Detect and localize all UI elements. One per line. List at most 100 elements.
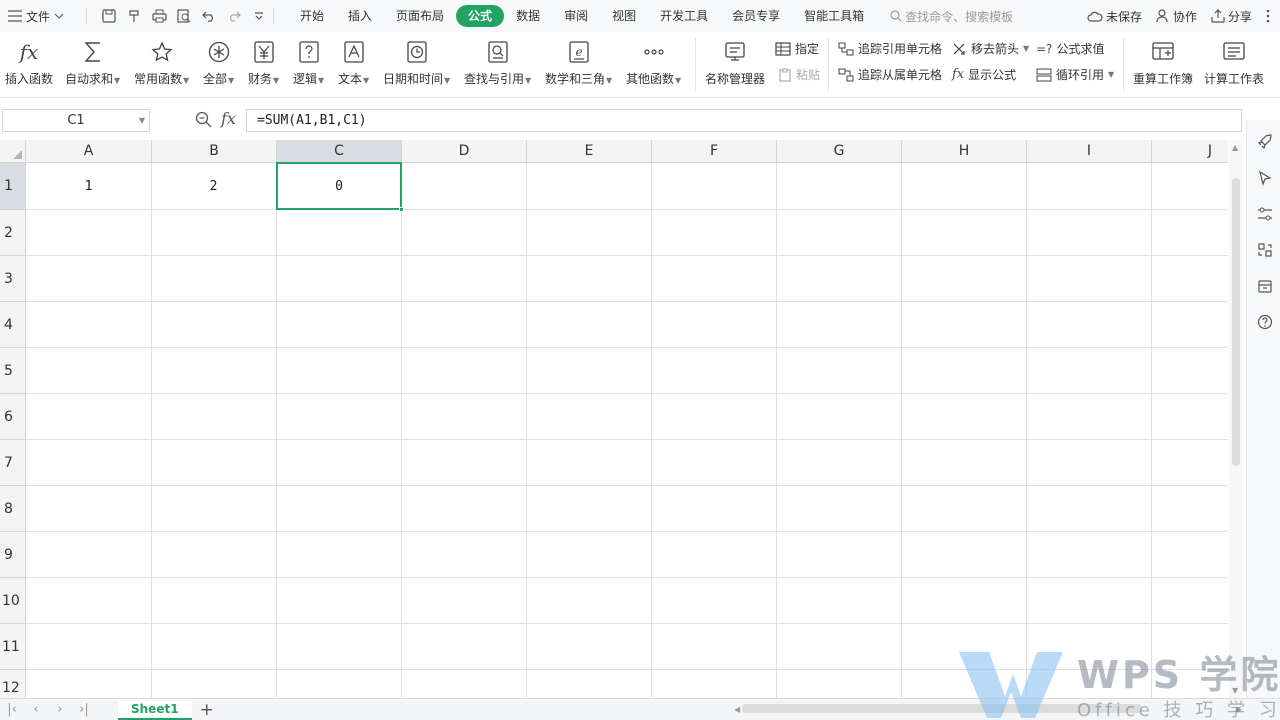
autosum-button[interactable]: 自动求和▼ — [65, 38, 120, 87]
row-header-1[interactable]: 1 — [0, 163, 26, 210]
insert-function-button[interactable]: fx 插入函数 — [5, 38, 53, 87]
row-header-3[interactable]: 3 — [0, 256, 26, 302]
customize-toolbar-icon[interactable] — [251, 8, 267, 24]
tab-insert[interactable]: 插入 — [336, 5, 384, 27]
financial-button[interactable]: 财务▼ — [248, 38, 279, 87]
tab-smart-toolbox[interactable]: 智能工具箱 — [792, 5, 876, 27]
file-menu[interactable]: 文件 — [0, 0, 80, 32]
name-box[interactable]: C1 ▼ — [2, 109, 150, 132]
rocket-icon[interactable] — [1257, 134, 1273, 150]
horizontal-scrollbar-thumb[interactable] — [742, 704, 1142, 713]
chevron-down-icon — [54, 13, 64, 19]
row-header-11[interactable]: 11 — [0, 624, 26, 670]
fill-handle[interactable] — [399, 207, 404, 212]
zoom-icon[interactable] — [195, 111, 212, 128]
column-header-a[interactable]: A — [26, 140, 152, 163]
cursor-icon[interactable] — [1257, 170, 1273, 186]
tab-data[interactable]: 数据 — [504, 5, 552, 27]
specify-button[interactable]: 指定 — [775, 40, 819, 57]
column-header-i[interactable]: I — [1027, 140, 1152, 163]
evaluate-formula-button[interactable]: =? 公式求值 — [1036, 40, 1104, 57]
trace-precedents-button[interactable]: 追踪引用单元格 — [838, 40, 942, 57]
column-header-g[interactable]: G — [777, 140, 902, 163]
grid-line — [276, 163, 277, 698]
active-cell-c1[interactable]: 0 — [276, 162, 404, 212]
scroll-down-icon[interactable]: ▼ — [1232, 686, 1238, 695]
cell-b1[interactable]: 2 — [151, 163, 276, 209]
collaborate-button[interactable]: 协作 — [1156, 8, 1197, 25]
command-search[interactable]: 查找命令、搜索模板 — [890, 8, 1040, 25]
row-header-8[interactable]: 8 — [0, 486, 26, 532]
tab-home[interactable]: 开始 — [288, 5, 336, 27]
grid-line — [1026, 163, 1027, 698]
row-header-6[interactable]: 6 — [0, 394, 26, 440]
cell-a1[interactable]: 1 — [26, 163, 151, 209]
paste-name-button[interactable]: 粘贴 — [778, 66, 820, 83]
share-button[interactable]: 分享 — [1211, 8, 1252, 25]
print-icon[interactable] — [151, 8, 167, 24]
remove-arrows-button[interactable]: 移去箭头 ▼ — [952, 40, 1029, 57]
column-header-c[interactable]: C — [277, 140, 402, 163]
tab-formulas[interactable]: 公式 — [456, 5, 505, 27]
column-header-h[interactable]: H — [902, 140, 1027, 163]
tab-member[interactable]: 会员专享 — [720, 5, 792, 27]
name-manager-button[interactable]: 名称管理器 — [705, 38, 765, 87]
redo-icon[interactable] — [226, 8, 242, 24]
vertical-scrollbar[interactable]: ▲ ▼ — [1229, 140, 1243, 698]
text-functions-button[interactable]: 文本▼ — [338, 38, 369, 87]
column-header-e[interactable]: E — [527, 140, 652, 163]
row-header-9[interactable]: 9 — [0, 532, 26, 578]
prev-sheet-icon[interactable]: ‹ — [24, 702, 48, 717]
lookup-reference-button[interactable]: 查找与引用▼ — [464, 38, 531, 87]
help-icon[interactable] — [1257, 314, 1273, 330]
column-header-f[interactable]: F — [652, 140, 777, 163]
unsaved-status[interactable]: 未保存 — [1087, 8, 1142, 25]
formula-input[interactable]: =SUM(A1,B1,C1) — [246, 109, 1242, 132]
all-functions-button[interactable]: 全部▼ — [203, 38, 234, 87]
tab-review[interactable]: 审阅 — [552, 5, 600, 27]
tab-developer[interactable]: 开发工具 — [648, 5, 720, 27]
row-header-12[interactable]: 12 — [0, 670, 26, 698]
common-functions-button[interactable]: 常用函数▼ — [134, 38, 189, 87]
worksheet-grid[interactable]: A B C D E F G H I J 1 2 3 4 5 6 7 8 9 10… — [0, 140, 1228, 698]
scroll-right-icon[interactable]: ▶ — [1236, 705, 1242, 714]
column-header-b[interactable]: B — [152, 140, 277, 163]
row-header-5[interactable]: 5 — [0, 348, 26, 394]
math-trig-button[interactable]: e 数学和三角▼ — [545, 38, 612, 87]
logical-button[interactable]: 逻辑▼ — [293, 38, 324, 87]
sheet-tab-sheet1[interactable]: Sheet1 — [118, 699, 192, 720]
row-header-2[interactable]: 2 — [0, 210, 26, 256]
format-painter-icon[interactable] — [126, 8, 142, 24]
other-functions-button[interactable]: 其他函数▼ — [626, 38, 681, 87]
show-formulas-button[interactable]: fx 显示公式 — [952, 66, 1016, 83]
first-sheet-icon[interactable]: |‹ — [0, 702, 24, 717]
column-header-j[interactable]: J — [1152, 140, 1228, 163]
last-sheet-icon[interactable]: ›| — [72, 702, 96, 717]
scroll-up-icon[interactable]: ▲ — [1232, 143, 1238, 152]
sliders-icon[interactable] — [1257, 206, 1273, 222]
add-sheet-icon[interactable]: + — [200, 700, 214, 720]
scrollbar-thumb[interactable] — [1232, 178, 1240, 466]
insert-function-icon[interactable]: fx — [221, 109, 236, 128]
recalc-workbook-button[interactable]: 重算工作簿 — [1133, 38, 1193, 87]
horizontal-scrollbar[interactable]: ◀ ▶ — [720, 702, 1244, 716]
row-header-10[interactable]: 10 — [0, 578, 26, 624]
save-icon[interactable] — [101, 8, 117, 24]
column-header-d[interactable]: D — [402, 140, 527, 163]
scroll-left-icon[interactable]: ◀ — [734, 705, 740, 714]
tab-page-layout[interactable]: 页面布局 — [384, 5, 456, 27]
trace-dependents-button[interactable]: 追踪从属单元格 — [838, 66, 942, 83]
datetime-button[interactable]: 日期和时间▼ — [383, 38, 450, 87]
undo-icon[interactable] — [201, 8, 217, 24]
tab-view[interactable]: 视图 — [600, 5, 648, 27]
circular-reference-button[interactable]: 循环引用 ▼ — [1036, 66, 1114, 83]
select-all-corner[interactable] — [0, 140, 26, 163]
more-button[interactable] — [1266, 9, 1270, 23]
print-preview-icon[interactable] — [176, 8, 192, 24]
transform-icon[interactable] — [1257, 242, 1273, 258]
row-header-7[interactable]: 7 — [0, 440, 26, 486]
backup-icon[interactable] — [1257, 278, 1273, 294]
calc-sheet-button[interactable]: 计算工作表 — [1204, 38, 1264, 87]
next-sheet-icon[interactable]: › — [48, 702, 72, 717]
row-header-4[interactable]: 4 — [0, 302, 26, 348]
